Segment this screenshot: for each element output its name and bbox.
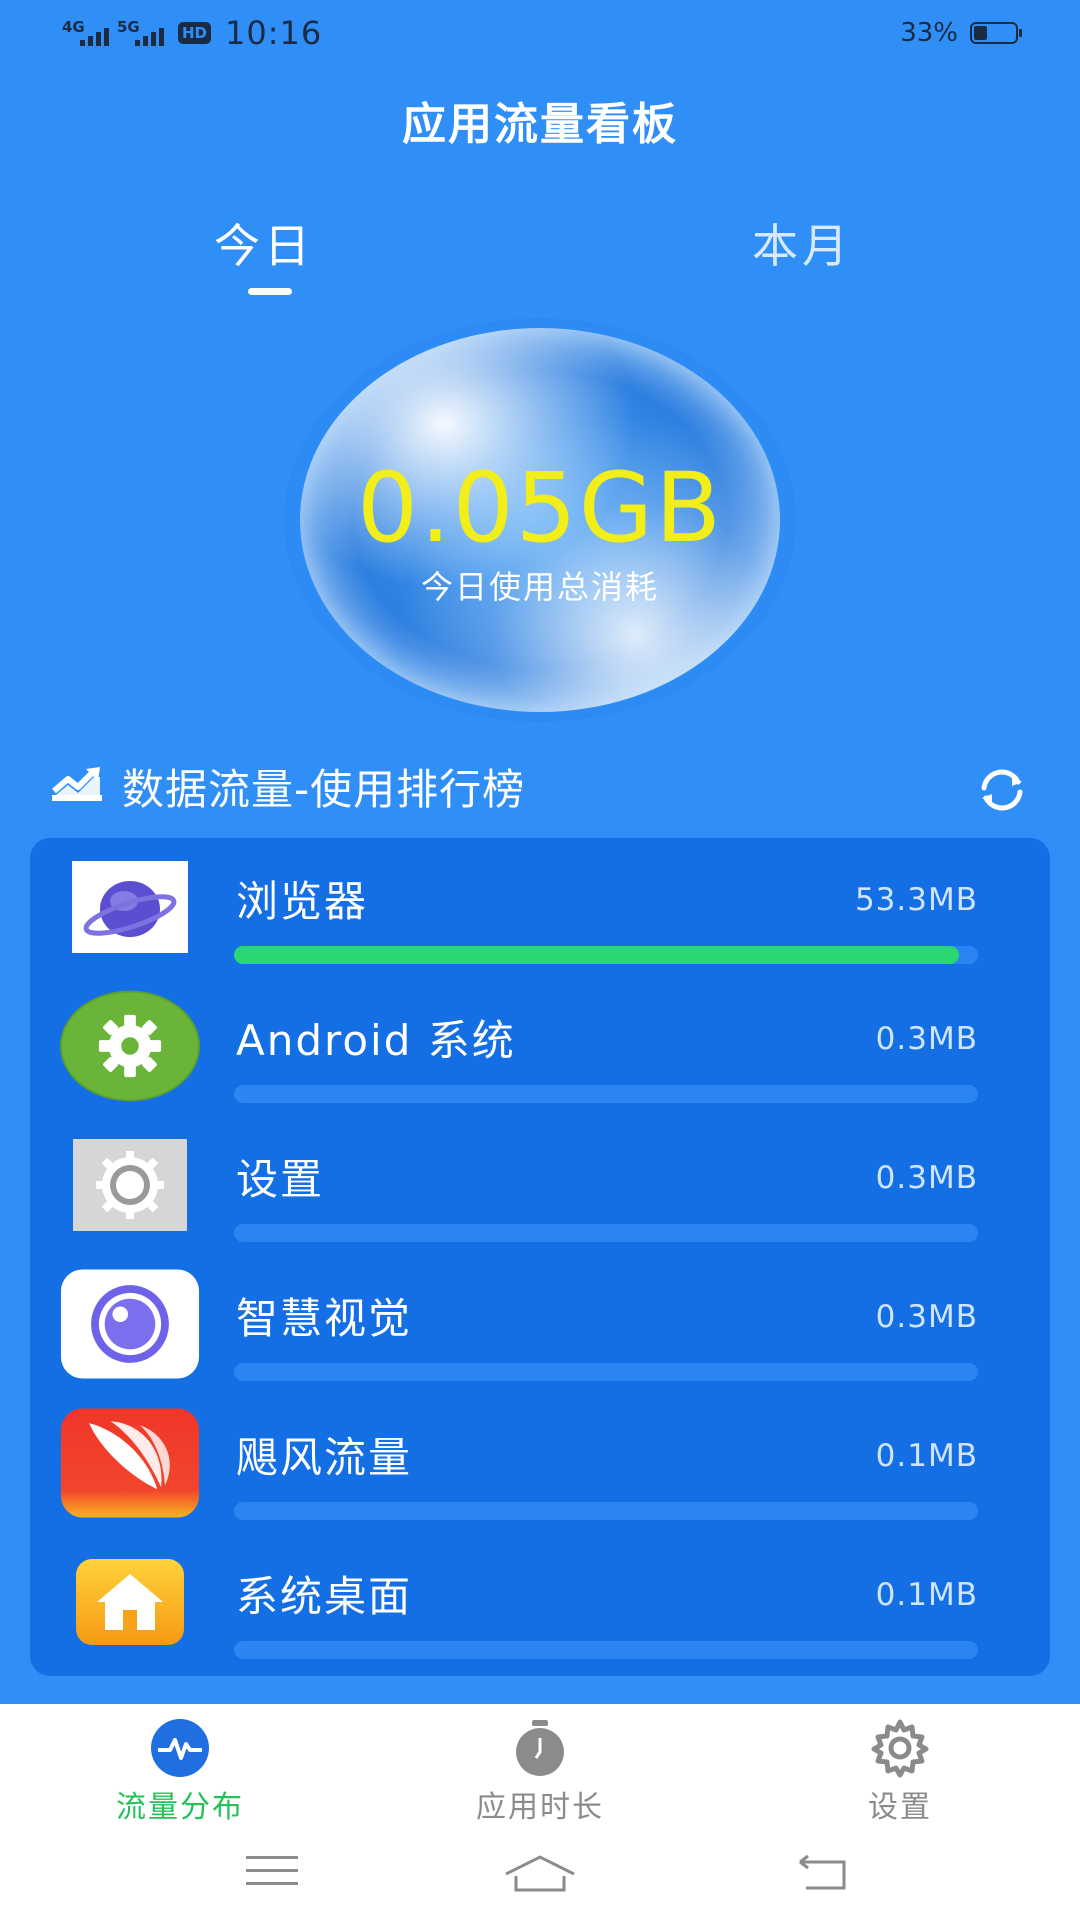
app-name: 浏览器	[236, 877, 369, 926]
app-name: Android 系统	[236, 1016, 516, 1065]
smart-vision-eye-icon	[60, 1269, 200, 1379]
nav-label: 流量分布	[116, 1790, 244, 1825]
nav-traffic-distribution[interactable]: 流量分布	[60, 1716, 300, 1826]
status-bar: 4G 5G HD 10:16 33%	[0, 0, 1080, 70]
signal-sim2-icon: 5G	[117, 18, 164, 46]
stopwatch-icon	[508, 1716, 572, 1780]
pulse-icon	[148, 1716, 212, 1780]
usage-bar	[234, 1502, 978, 1520]
gear-icon	[868, 1716, 932, 1780]
nav-label: 应用时长	[476, 1790, 604, 1825]
app-usage-size: 0.1MB	[875, 1577, 978, 1613]
back-arrow-icon	[796, 1854, 848, 1896]
battery-percent: 33%	[900, 18, 958, 48]
usage-bar-fill	[234, 946, 960, 964]
tab-today[interactable]: 今日	[214, 210, 314, 276]
sys-back-button[interactable]	[796, 1854, 848, 1896]
nav-app-duration[interactable]: 应用时长	[420, 1716, 660, 1826]
list-item[interactable]: Android 系统 0.3MB	[30, 977, 1050, 1116]
bottom-nav: 流量分布 应用时长 设置	[0, 1704, 1080, 1920]
list-item[interactable]: 浏览器 53.3MB	[30, 838, 1050, 977]
usage-bar	[234, 1363, 978, 1381]
app-name: 智慧视觉	[236, 1294, 413, 1343]
app-name: 设置	[236, 1155, 325, 1204]
nav-settings[interactable]: 设置	[780, 1716, 1020, 1826]
ranking-title: 数据流量-使用排行榜	[122, 765, 526, 814]
usage-bar	[234, 1085, 978, 1103]
list-item[interactable]: 系统桌面 0.1MB	[30, 1533, 1050, 1672]
nav-label: 设置	[868, 1790, 932, 1825]
sys-home-button[interactable]	[504, 1854, 576, 1896]
list-item[interactable]: 智慧视觉 0.3MB	[30, 1255, 1050, 1394]
app-usage-size: 0.3MB	[875, 1299, 978, 1335]
app-name: 系统桌面	[236, 1572, 413, 1621]
app-usage-size: 53.3MB	[854, 882, 978, 918]
hd-voice-icon: HD	[178, 22, 212, 44]
home-desktop-icon	[60, 1547, 200, 1657]
menu-lines-icon	[246, 1856, 298, 1892]
tab-month[interactable]: 本月	[752, 210, 852, 276]
usage-bar	[234, 1224, 978, 1242]
ranking-header: 数据流量-使用排行榜	[50, 756, 525, 817]
signal-sim1-icon: 4G	[62, 18, 109, 46]
battery-icon	[970, 22, 1022, 44]
home-outline-icon	[504, 1855, 576, 1896]
settings-gear-icon	[60, 1130, 200, 1240]
sim1-network-label: 4G	[62, 18, 85, 36]
page-title: 应用流量看板	[402, 99, 678, 150]
status-left: 4G 5G HD 10:16	[62, 14, 322, 52]
app-usage-size: 0.1MB	[875, 1438, 978, 1474]
hurricane-traffic-icon	[60, 1408, 200, 1518]
app-usage-size: 0.3MB	[875, 1021, 978, 1057]
app-name: 飓风流量	[236, 1433, 413, 1482]
list-item[interactable]: 设置 0.3MB	[30, 1116, 1050, 1255]
usage-bar	[234, 946, 978, 964]
total-usage-value: 0.05GB	[357, 452, 723, 564]
refresh-button[interactable]	[974, 762, 1030, 818]
sys-menu-button[interactable]	[246, 1854, 298, 1892]
android-system-gear-icon	[60, 990, 200, 1102]
trend-chart-icon	[50, 765, 104, 809]
ranking-list: 浏览器 53.3MB Android 系统 0.3MB 设置 0.3MB 智慧视…	[30, 838, 1050, 1676]
usage-bar	[234, 1641, 978, 1659]
total-usage-caption: 今日使用总消耗	[420, 568, 659, 606]
status-right: 33%	[900, 18, 1022, 48]
active-tab-indicator	[248, 288, 292, 295]
app-usage-size: 0.3MB	[875, 1160, 978, 1196]
refresh-icon	[974, 769, 1030, 822]
list-item[interactable]: 飓风流量 0.1MB	[30, 1394, 1050, 1533]
status-time: 10:16	[225, 14, 323, 52]
browser-planet-icon	[60, 852, 200, 962]
sim2-network-label: 5G	[117, 18, 140, 36]
